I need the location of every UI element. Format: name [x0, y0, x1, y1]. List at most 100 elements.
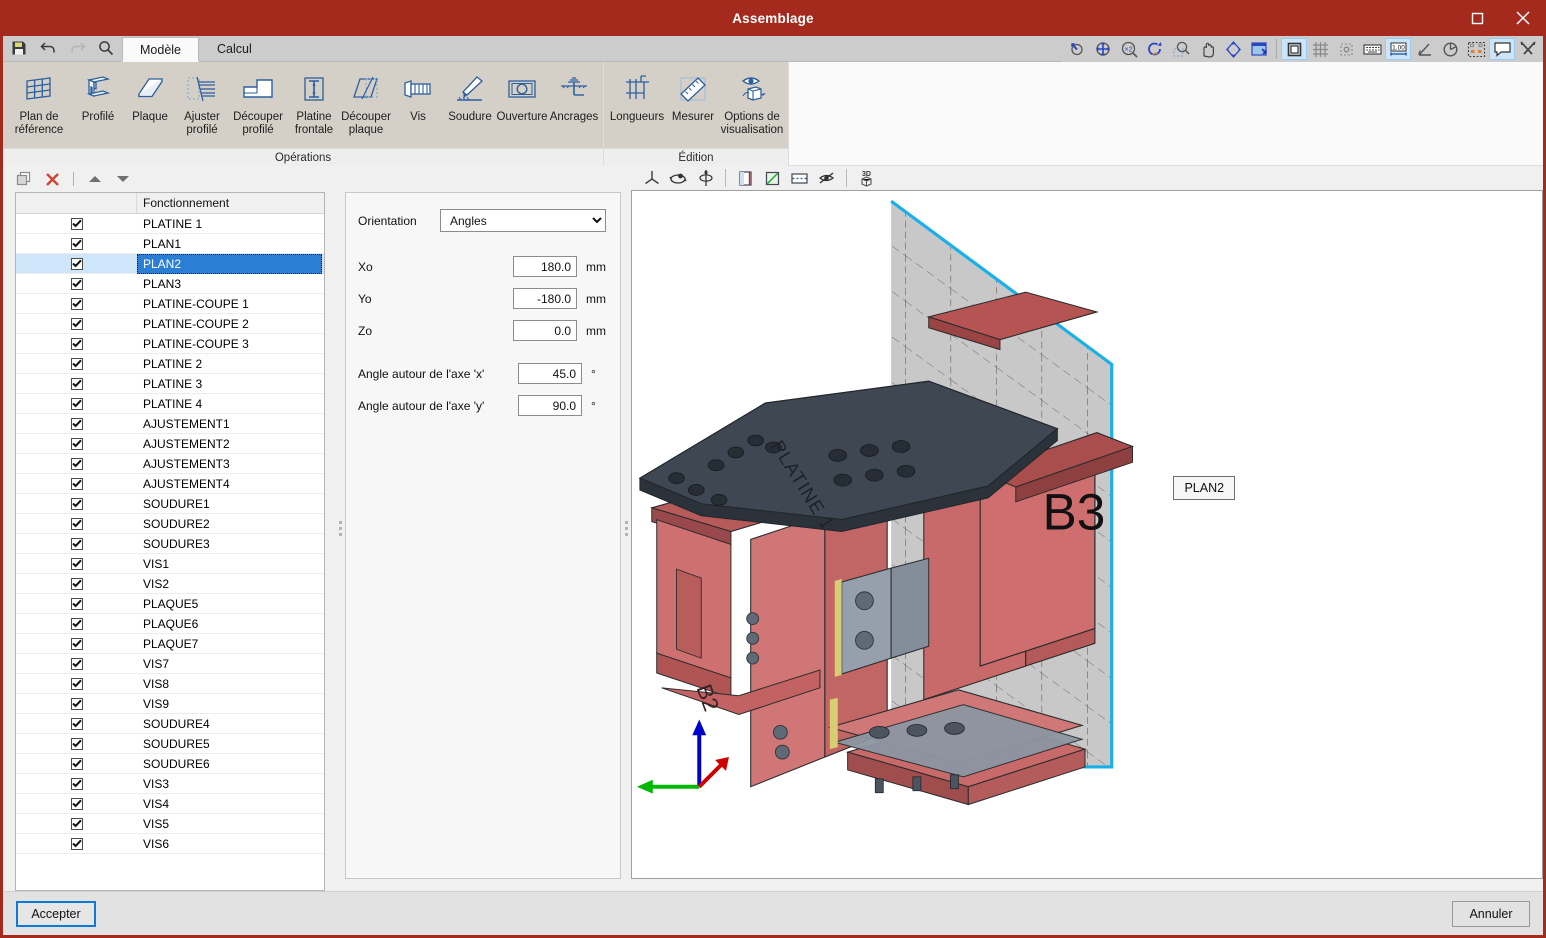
table-row[interactable]: PLATINE-COUPE 2	[16, 314, 324, 334]
save-icon[interactable]	[9, 38, 29, 58]
orbit-icon[interactable]	[1220, 38, 1246, 60]
node-icon[interactable]	[1333, 38, 1359, 60]
ribbon-button-plaque[interactable]: Plaque	[124, 66, 176, 124]
left-splitter[interactable]	[335, 166, 345, 891]
search-icon[interactable]	[96, 38, 116, 58]
field-input[interactable]	[513, 320, 577, 341]
field-input[interactable]	[518, 363, 582, 384]
ribbon-button-plan-de-reference[interactable]: Plan de référence	[6, 66, 72, 137]
row-checkbox[interactable]	[16, 817, 137, 830]
section-icon[interactable]	[733, 167, 758, 189]
refresh-view-icon[interactable]	[1142, 38, 1168, 60]
table-row[interactable]: AJUSTEMENT4	[16, 474, 324, 494]
row-checkbox[interactable]	[16, 237, 137, 250]
mirror-icon[interactable]	[693, 167, 718, 189]
undo-icon[interactable]	[38, 38, 58, 58]
table-row[interactable]: SOUDURE2	[16, 514, 324, 534]
table-row[interactable]: SOUDURE5	[16, 734, 324, 754]
row-checkbox[interactable]	[16, 277, 137, 290]
row-checkbox[interactable]	[16, 217, 137, 230]
row-checkbox[interactable]	[16, 657, 137, 670]
row-checkbox[interactable]	[16, 377, 137, 390]
row-checkbox[interactable]	[16, 437, 137, 450]
clip-icon[interactable]	[787, 167, 812, 189]
rotate-view-icon[interactable]	[1064, 38, 1090, 60]
table-row[interactable]: PLAQUE5	[16, 594, 324, 614]
shade-icon[interactable]	[760, 167, 785, 189]
tab-calcul[interactable]: Calcul	[199, 36, 270, 61]
table-row[interactable]: VIS9	[16, 694, 324, 714]
table-row[interactable]: VIS1	[16, 554, 324, 574]
field-input[interactable]	[518, 395, 582, 416]
table-row[interactable]: AJUSTEMENT3	[16, 454, 324, 474]
table-row[interactable]: PLATINE-COUPE 1	[16, 294, 324, 314]
row-checkbox[interactable]	[16, 537, 137, 550]
3d-viewport[interactable]: B3 PLATINE 1 B2 PLAN2	[631, 190, 1543, 879]
row-checkbox[interactable]	[16, 577, 137, 590]
feature-tree[interactable]: Fonctionnement PLATINE 1 PLAN1 PLAN2 PLAN3 P…	[15, 192, 325, 891]
hide-icon[interactable]	[814, 167, 839, 189]
table-row[interactable]: AJUSTEMENT1	[16, 414, 324, 434]
row-checkbox[interactable]	[16, 317, 137, 330]
table-row[interactable]: VIS3	[16, 774, 324, 794]
ribbon-button-longueurs[interactable]: Longueurs	[607, 66, 667, 124]
maximize-icon[interactable]	[1454, 0, 1500, 36]
row-checkbox[interactable]	[16, 357, 137, 370]
row-checkbox[interactable]	[16, 297, 137, 310]
row-checkbox[interactable]	[16, 497, 137, 510]
ribbon-button-decouper-plaque[interactable]: Découper plaque	[340, 66, 392, 137]
duplicate-icon[interactable]	[13, 168, 35, 190]
3d-icon[interactable]: 3D	[854, 167, 879, 189]
zoom-all-icon[interactable]	[1090, 38, 1116, 60]
table-row[interactable]: PLAQUE6	[16, 614, 324, 634]
row-checkbox[interactable]	[16, 797, 137, 810]
field-input[interactable]	[513, 256, 577, 277]
table-row[interactable]: SOUDURE6	[16, 754, 324, 774]
row-checkbox[interactable]	[16, 757, 137, 770]
selection-box-icon[interactable]	[1463, 38, 1489, 60]
tab-modele[interactable]: Modèle	[122, 37, 199, 62]
row-checkbox[interactable]	[16, 677, 137, 690]
row-checkbox[interactable]	[16, 777, 137, 790]
table-row[interactable]: VIS8	[16, 674, 324, 694]
ribbon-button-platine-frontale[interactable]: Platine frontale	[288, 66, 340, 137]
table-row[interactable]: VIS7	[16, 654, 324, 674]
row-checkbox[interactable]	[16, 557, 137, 570]
row-checkbox[interactable]	[16, 417, 137, 430]
comment-icon[interactable]	[1489, 38, 1515, 60]
row-checkbox[interactable]	[16, 697, 137, 710]
row-checkbox[interactable]	[16, 517, 137, 530]
grid-icon[interactable]	[1307, 38, 1333, 60]
axes-icon[interactable]	[639, 167, 664, 189]
ribbon-button-profile[interactable]: Profilé	[72, 66, 124, 124]
delete-icon[interactable]	[41, 168, 63, 190]
row-checkbox[interactable]	[16, 717, 137, 730]
table-row[interactable]: PLAQUE7	[16, 634, 324, 654]
row-checkbox[interactable]	[16, 337, 137, 350]
table-row[interactable]: PLATINE 2	[16, 354, 324, 374]
table-row[interactable]: PLAN2	[16, 253, 324, 274]
table-row[interactable]: SOUDURE4	[16, 714, 324, 734]
restore-view-icon[interactable]	[1246, 38, 1272, 60]
cancel-button[interactable]: Annuler	[1452, 900, 1530, 927]
table-row[interactable]: VIS6	[16, 834, 324, 854]
pie-icon[interactable]	[1437, 38, 1463, 60]
table-row[interactable]: PLATINE-COUPE 3	[16, 334, 324, 354]
plan-callout-label[interactable]: PLAN2	[1173, 476, 1236, 501]
move-down-icon[interactable]	[112, 168, 134, 190]
accept-button[interactable]: Accepter	[16, 900, 96, 927]
table-row[interactable]: SOUDURE1	[16, 494, 324, 514]
rotate-model-icon[interactable]	[666, 167, 691, 189]
ribbon-button-vis[interactable]: Vis	[392, 66, 444, 124]
ribbon-button-options-visualisation[interactable]: Options de visualisation	[719, 66, 785, 137]
table-row[interactable]: PLATINE 4	[16, 394, 324, 414]
zoom-2x-icon[interactable]: ×2	[1116, 38, 1142, 60]
table-row[interactable]: VIS2	[16, 574, 324, 594]
table-row[interactable]: PLATINE 1	[16, 214, 324, 234]
move-up-icon[interactable]	[84, 168, 106, 190]
row-checkbox[interactable]	[16, 737, 137, 750]
angle-icon[interactable]	[1411, 38, 1437, 60]
row-checkbox[interactable]	[16, 477, 137, 490]
ribbon-button-decouper-profile[interactable]: Découper profilé	[228, 66, 288, 137]
field-input[interactable]	[513, 288, 577, 309]
